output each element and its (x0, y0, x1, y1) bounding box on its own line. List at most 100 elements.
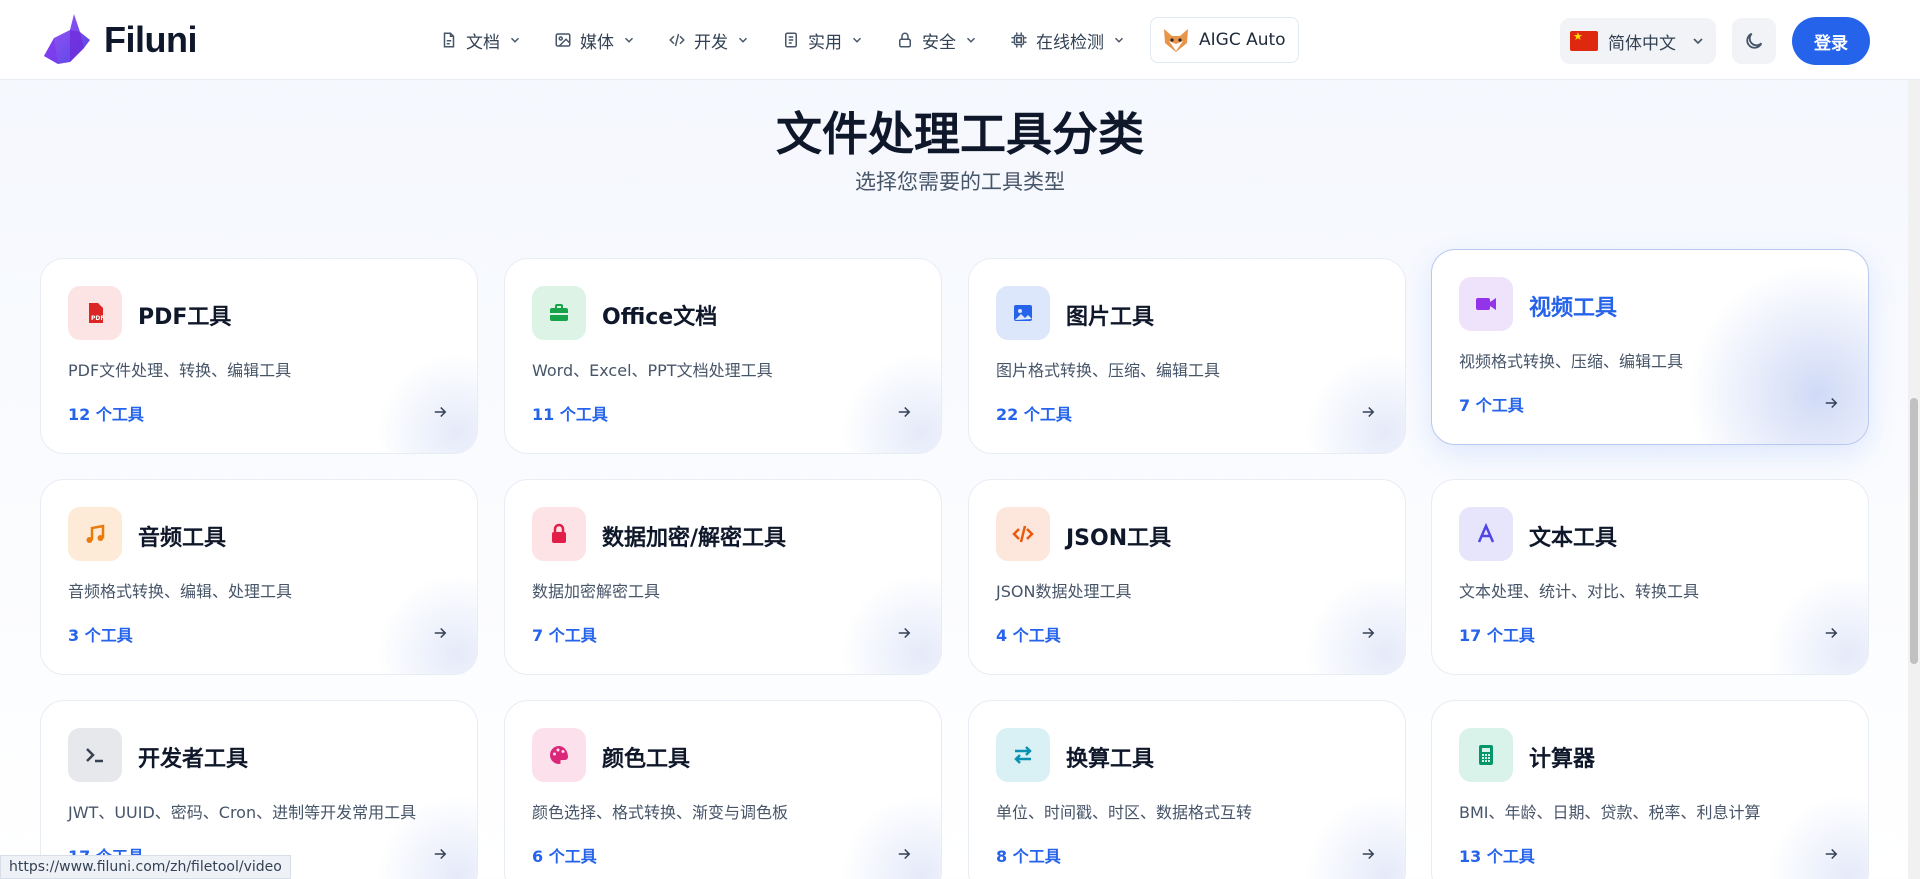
nav-docs[interactable]: 文档 (430, 20, 532, 60)
card-description: 单位、时间戳、时区、数据格式互转 (996, 803, 1253, 822)
arrow-right-icon (895, 403, 913, 421)
brand-logo[interactable]: Filuni (40, 12, 197, 68)
chevron-down-icon (1690, 33, 1706, 49)
arrow-right-icon (895, 845, 913, 863)
category-card-text[interactable]: 文本工具 文本处理、统计、对比、转换工具 17 个工具 (1431, 479, 1869, 675)
card-title: JSON工具 (1066, 526, 1172, 551)
card-description: 音频格式转换、编辑、处理工具 (68, 582, 293, 601)
scrollbar-thumb[interactable] (1910, 398, 1918, 664)
card-title: 音频工具 (138, 526, 227, 551)
category-card-encryption[interactable]: 数据加密/解密工具 数据加密解密工具 7 个工具 (504, 479, 942, 675)
arrow-right-icon (431, 624, 449, 642)
arrow-right-icon (431, 845, 449, 863)
main-nav: 文档 媒体 开发 实用 安全 在线检测 AIGC Auto (430, 0, 1299, 80)
nav-dev[interactable]: 开发 (658, 20, 760, 60)
nav-media[interactable]: 媒体 (544, 20, 646, 60)
lock-icon (532, 507, 586, 561)
page-title: 文件处理工具分类 (776, 107, 1144, 161)
nav-utility[interactable]: 实用 (772, 20, 874, 60)
card-tool-count: 13 个工具 (1459, 847, 1535, 866)
arrow-right-icon (1822, 624, 1840, 642)
aigc-auto-label: AIGC Auto (1199, 30, 1286, 50)
category-card-conversion[interactable]: 换算工具 单位、时间戳、时区、数据格式互转 8 个工具 (968, 700, 1406, 879)
brand-name: Filuni (104, 19, 197, 60)
category-card-audio[interactable]: 音频工具 音频格式转换、编辑、处理工具 3 个工具 (40, 479, 478, 675)
card-title: 开发者工具 (138, 747, 249, 772)
arrow-right-icon (1359, 403, 1377, 421)
swap-icon (996, 728, 1050, 782)
card-title: 数据加密/解密工具 (602, 526, 787, 551)
card-description: 颜色选择、格式转换、渐变与调色板 (532, 803, 789, 822)
code-icon (996, 507, 1050, 561)
category-card-developer[interactable]: 开发者工具 JWT、UUID、密码、Cron、进制等开发常用工具 17 个工具 (40, 700, 478, 879)
nav-security[interactable]: 安全 (886, 20, 988, 60)
card-title: Office文档 (602, 305, 718, 330)
image-icon (554, 31, 572, 49)
page-subtitle: 选择您需要的工具类型 (855, 170, 1065, 194)
arrow-right-icon (1359, 624, 1377, 642)
aigc-auto-link[interactable]: AIGC Auto (1150, 17, 1299, 63)
category-card-json[interactable]: JSON工具 JSON数据处理工具 4 个工具 (968, 479, 1406, 675)
unicorn-logo-icon (44, 14, 90, 64)
card-tool-count: 7 个工具 (1459, 396, 1524, 415)
svg-text:PDF: PDF (91, 315, 104, 322)
nav-dev-label: 开发 (694, 32, 728, 53)
fox-avatar-icon (1161, 25, 1191, 55)
nav-utility-label: 实用 (808, 32, 842, 53)
nav-online-check[interactable]: 在线检测 (1000, 20, 1136, 60)
language-label: 简体中文 (1608, 33, 1676, 54)
lock-icon (896, 31, 914, 49)
text-icon (1459, 507, 1513, 561)
card-description: JWT、UUID、密码、Cron、进制等开发常用工具 (68, 803, 417, 822)
nav-docs-label: 文档 (466, 32, 500, 53)
category-card-video[interactable]: 视频工具 视频格式转换、压缩、编辑工具 7 个工具 (1431, 249, 1869, 445)
card-tool-count: 22 个工具 (996, 405, 1072, 424)
palette-icon (532, 728, 586, 782)
arrow-right-icon (895, 624, 913, 642)
card-description: 文本处理、统计、对比、转换工具 (1459, 582, 1700, 601)
chevron-down-icon (508, 33, 522, 47)
login-button[interactable]: 登录 (1792, 17, 1870, 65)
card-title: 颜色工具 (602, 747, 691, 772)
card-title: 视频工具 (1529, 296, 1618, 321)
category-card-pdf[interactable]: PDF PDF工具 PDF文件处理、转换、编辑工具 12 个工具 (40, 258, 478, 454)
card-tool-count: 7 个工具 (532, 626, 597, 645)
category-card-calculator[interactable]: 计算器 BMI、年龄、日期、贷款、税率、利息计算 13 个工具 (1431, 700, 1869, 879)
nav-online-check-label: 在线检测 (1036, 32, 1104, 53)
card-title: 计算器 (1529, 747, 1596, 772)
music-icon (68, 507, 122, 561)
language-selector[interactable]: 简体中文 (1560, 18, 1716, 64)
card-tool-count: 8 个工具 (996, 847, 1061, 866)
arrow-right-icon (1359, 845, 1377, 863)
card-description: 视频格式转换、压缩、编辑工具 (1459, 352, 1684, 371)
link-preview-status: https://www.filuni.com/zh/filetool/video (0, 855, 291, 879)
card-title: 图片工具 (1066, 305, 1155, 330)
chevron-down-icon (964, 33, 978, 47)
card-tool-count: 17 个工具 (1459, 626, 1535, 645)
pdf-icon: PDF (68, 286, 122, 340)
top-navbar: Filuni 文档 媒体 开发 实用 安全 在线检测 AIGC Auto ★ 简… (0, 0, 1920, 80)
calculator-icon (1459, 728, 1513, 782)
chevron-down-icon (1112, 33, 1126, 47)
category-card-image[interactable]: 图片工具 图片格式转换、压缩、编辑工具 22 个工具 (968, 258, 1406, 454)
nav-media-label: 媒体 (580, 32, 614, 53)
card-tool-count: 4 个工具 (996, 626, 1061, 645)
card-tool-count: 12 个工具 (68, 405, 144, 424)
card-tool-count: 11 个工具 (532, 405, 608, 424)
video-icon (1459, 277, 1513, 331)
card-description: PDF文件处理、转换、编辑工具 (68, 361, 292, 380)
card-description: 图片格式转换、压缩、编辑工具 (996, 361, 1221, 380)
chip-icon (1010, 31, 1028, 49)
theme-toggle-button[interactable] (1732, 18, 1776, 64)
page-scrollbar[interactable] (1908, 80, 1920, 879)
moon-icon (1746, 32, 1763, 49)
card-title: PDF工具 (138, 305, 232, 330)
china-flag-icon (1570, 30, 1598, 51)
arrow-right-icon (431, 403, 449, 421)
terminal-icon (68, 728, 122, 782)
card-title: 换算工具 (1066, 747, 1155, 772)
category-card-color[interactable]: 颜色工具 颜色选择、格式转换、渐变与调色板 6 个工具 (504, 700, 942, 879)
clipboard-icon (782, 31, 800, 49)
category-card-office[interactable]: Office文档 Word、Excel、PPT文档处理工具 11 个工具 (504, 258, 942, 454)
chevron-down-icon (850, 33, 864, 47)
